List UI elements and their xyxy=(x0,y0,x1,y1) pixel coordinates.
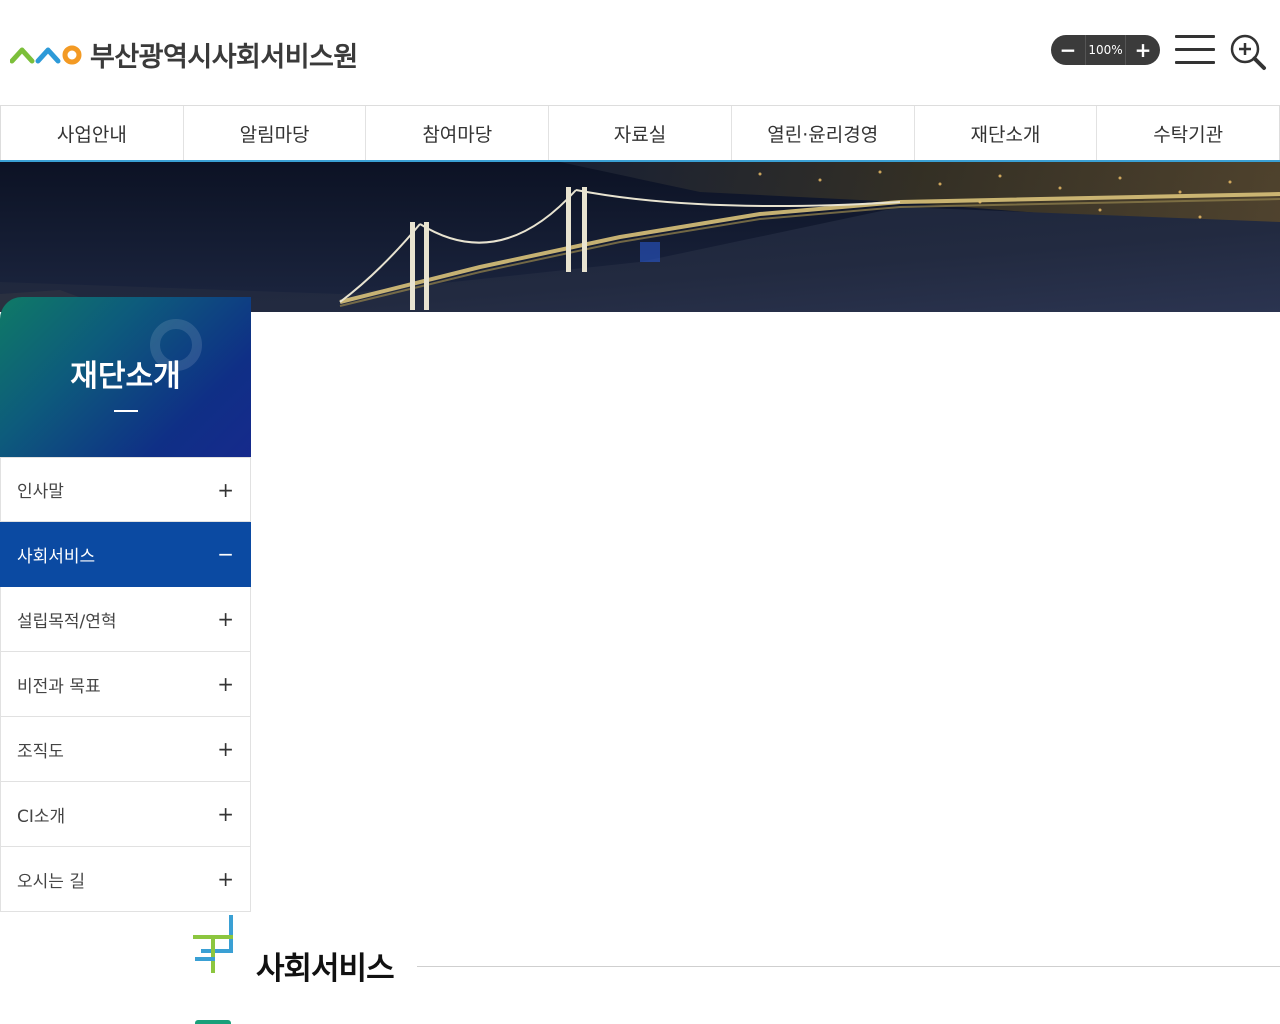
lnb-item-directions[interactable]: 오시는 길 + xyxy=(0,847,251,912)
lnb-item-ci[interactable]: CI소개 + xyxy=(0,782,251,847)
lnb-item-label: CI소개 xyxy=(17,806,66,827)
page-title: 사회서비스 xyxy=(256,951,395,987)
gnb-item-about[interactable]: 재단소개 xyxy=(913,106,1097,160)
global-nav: 사업안내 알림마당 참여마당 자료실 열린·윤리경영 재단소개 수탁기관 xyxy=(0,105,1280,162)
zoom-in-button[interactable]: + xyxy=(1126,35,1160,65)
cross-mark-icon xyxy=(193,915,233,973)
site-logo[interactable]: 부산광역시사회서비스원 xyxy=(10,36,358,73)
title-divider xyxy=(417,966,1280,967)
lnb-item-purpose-history[interactable]: 설립목적/연혁 + xyxy=(0,587,251,652)
gnb-item-participation[interactable]: 참여마당 xyxy=(365,106,548,160)
lnb-item-greeting[interactable]: 인사말 + xyxy=(0,457,251,522)
lnb-item-org-chart[interactable]: 조직도 + xyxy=(0,717,251,782)
expand-icon: + xyxy=(217,867,234,891)
collapse-icon: − xyxy=(217,542,234,566)
gnb-item-business[interactable]: 사업안내 xyxy=(0,106,183,160)
search-zoom-icon[interactable] xyxy=(1229,33,1267,71)
expand-icon: + xyxy=(217,607,234,631)
lnb-item-label: 설립목적/연혁 xyxy=(17,611,117,632)
lnb-header: 재단소개 xyxy=(0,297,251,457)
gnb-item-archive[interactable]: 자료실 xyxy=(548,106,731,160)
zoom-out-button[interactable]: − xyxy=(1051,35,1085,65)
page-title-area: 사회서비스 xyxy=(193,915,1280,987)
gnb-item-notice[interactable]: 알림마당 xyxy=(182,106,366,160)
logo-mark-icon xyxy=(10,45,82,65)
expand-icon: + xyxy=(217,737,234,761)
lnb-item-label: 비전과 목표 xyxy=(17,676,101,697)
lnb-menu: 인사말 + 사회서비스 − 설립목적/연혁 + 비전과 목표 + 조직도 + C… xyxy=(0,457,251,912)
zoom-level: 100% xyxy=(1085,35,1126,65)
expand-icon: + xyxy=(217,802,234,826)
banner-image xyxy=(0,162,1280,312)
expand-icon: + xyxy=(217,672,234,696)
lnb-title-underline xyxy=(114,410,138,412)
gnb-item-ethics[interactable]: 열린·윤리경영 xyxy=(730,106,914,160)
site-header: 부산광역시사회서비스원 − 100% + xyxy=(0,0,1280,105)
expand-icon: + xyxy=(217,477,234,502)
gnb-item-commissioned[interactable]: 수탁기관 xyxy=(1096,106,1280,160)
lnb-item-label: 조직도 xyxy=(17,741,64,762)
lnb-item-label: 오시는 길 xyxy=(17,871,85,892)
lnb-title: 재단소개 xyxy=(70,359,181,394)
lnb-item-label: 인사말 xyxy=(17,482,64,502)
lnb-item-vision[interactable]: 비전과 목표 + xyxy=(0,652,251,717)
zoom-control: − 100% + xyxy=(1051,35,1160,65)
lnb-item-social-service[interactable]: 사회서비스 − xyxy=(0,522,251,587)
section-marker xyxy=(195,1020,231,1024)
org-name: 부산광역시사회서비스원 xyxy=(90,41,358,73)
lnb-item-label: 사회서비스 xyxy=(17,546,96,567)
hamburger-icon[interactable] xyxy=(1175,34,1215,66)
